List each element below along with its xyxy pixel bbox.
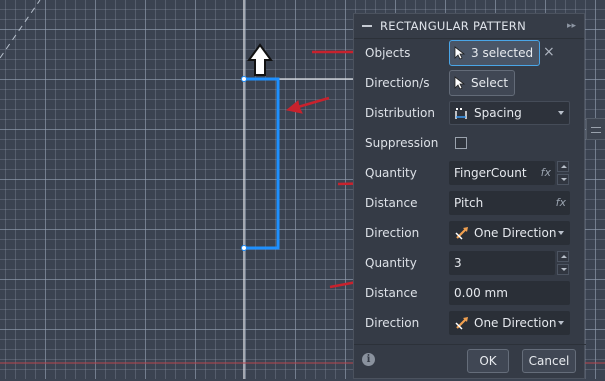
quantity1-value: FingerCount <box>454 166 527 180</box>
distance1-input[interactable]: Pitch fx <box>449 191 570 215</box>
objects-label: Objects <box>365 46 411 60</box>
expand-icon[interactable]: ▸▸ <box>567 21 576 31</box>
direction1-value: One Direction <box>474 226 557 240</box>
distribution-row: Distribution Spacing <box>354 98 586 128</box>
quantity2-input[interactable]: 3 <box>449 251 555 275</box>
distance2-value: 0.00 mm <box>454 286 508 300</box>
distance1-label: Distance <box>365 196 418 210</box>
collapse-icon[interactable] <box>362 25 372 27</box>
objects-row: Objects 3 selected × <box>354 38 586 68</box>
one-direction-icon <box>455 227 468 240</box>
selected-profile[interactable] <box>244 77 280 250</box>
fx-button[interactable]: fx <box>556 196 566 209</box>
objects-value: 3 selected <box>471 46 534 60</box>
clear-selection-button[interactable]: × <box>543 44 555 60</box>
fx-button[interactable]: fx <box>541 166 551 179</box>
direction2-value: One Direction <box>474 316 557 330</box>
direction2-row: Direction One Direction <box>354 308 586 338</box>
direction1-dropdown[interactable]: One Direction <box>449 221 570 245</box>
cursor-icon <box>454 76 466 90</box>
dialog-footer: i OK Cancel <box>354 344 586 381</box>
suppression-row: Suppression <box>354 128 586 158</box>
suppression-checkbox[interactable] <box>455 137 467 149</box>
quantity2-label: Quantity <box>365 256 417 270</box>
quantity1-input[interactable]: FingerCount fx <box>449 161 555 185</box>
info-icon[interactable]: i <box>362 353 375 366</box>
distance1-row: Distance Pitch fx <box>354 188 586 218</box>
chevron-down-icon <box>558 321 564 325</box>
quantity1-label: Quantity <box>365 166 417 180</box>
ok-button[interactable]: OK <box>467 349 509 373</box>
stepper-down-icon[interactable] <box>557 174 569 185</box>
dialog-title-bar[interactable]: RECTANGULAR PATTERN ▸▸ <box>354 14 584 39</box>
cancel-button[interactable]: Cancel <box>522 349 576 373</box>
distance2-label: Distance <box>365 286 418 300</box>
directions-value: Select <box>471 76 509 90</box>
side-panel-toggle[interactable] <box>586 118 605 140</box>
rectangular-pattern-dialog: RECTANGULAR PATTERN ▸▸ Objects 3 selecte… <box>353 13 586 381</box>
quantity1-stepper[interactable] <box>557 161 569 185</box>
distance1-value: Pitch <box>454 196 484 210</box>
quantity2-value: 3 <box>454 256 462 270</box>
direction1-row: Direction One Direction <box>354 218 586 248</box>
stepper-down-icon[interactable] <box>557 264 569 275</box>
direction1-label: Direction <box>365 226 420 240</box>
dialog-title: RECTANGULAR PATTERN <box>380 19 526 33</box>
construction-line <box>0 0 41 59</box>
chevron-down-icon <box>558 111 564 115</box>
distance2-row: Distance 0.00 mm <box>354 278 586 308</box>
directions-label: Direction/s <box>365 76 430 90</box>
direction2-label: Direction <box>365 316 420 330</box>
distribution-dropdown[interactable]: Spacing <box>449 101 570 125</box>
distance2-input[interactable]: 0.00 mm <box>449 281 570 305</box>
directions-select-button[interactable]: Select <box>449 70 516 96</box>
one-direction-icon <box>455 317 468 330</box>
stepper-up-icon[interactable] <box>557 161 569 172</box>
direction2-dropdown[interactable]: One Direction <box>449 311 570 335</box>
quantity2-row: Quantity 3 <box>354 248 586 278</box>
direction-arrow-icon[interactable] <box>247 43 273 76</box>
distribution-label: Distribution <box>365 106 436 120</box>
quantity2-stepper[interactable] <box>557 251 569 275</box>
suppression-label: Suppression <box>365 136 439 150</box>
distribution-value: Spacing <box>474 106 522 120</box>
directions-row: Direction/s Select <box>354 68 586 98</box>
sketch-point[interactable] <box>241 76 247 82</box>
quantity1-row: Quantity FingerCount fx <box>354 158 586 188</box>
cursor-icon <box>454 46 466 60</box>
sketch-point[interactable] <box>241 245 247 251</box>
stepper-up-icon[interactable] <box>557 251 569 262</box>
objects-select-button[interactable]: 3 selected <box>449 40 541 66</box>
chevron-down-icon <box>558 231 564 235</box>
spacing-icon <box>455 108 467 119</box>
